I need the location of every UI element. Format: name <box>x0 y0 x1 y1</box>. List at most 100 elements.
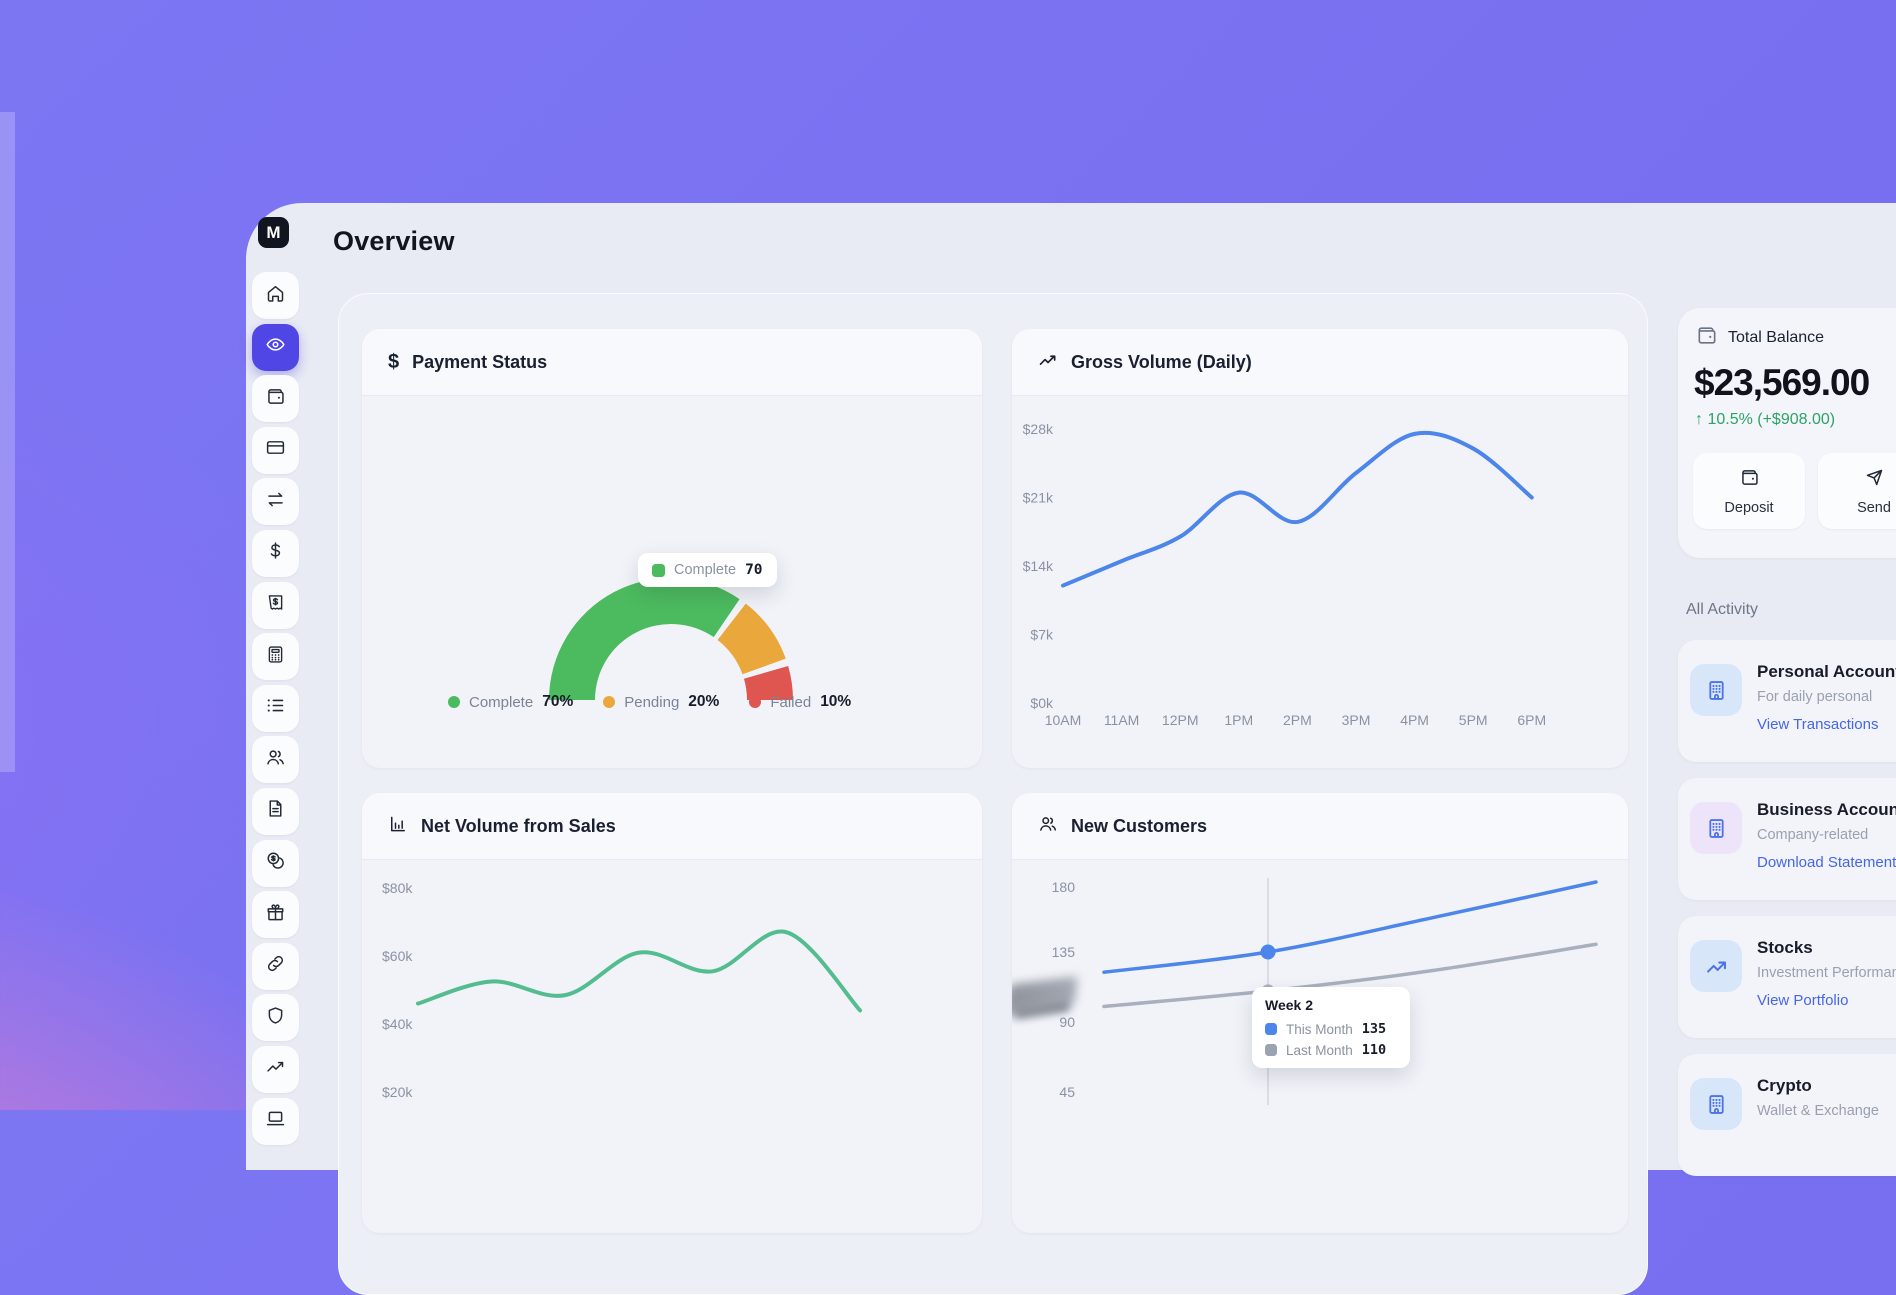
balance-label: Total Balance <box>1728 329 1824 347</box>
activity-title: Crypto <box>1757 1076 1812 1096</box>
all-activity-header: All Activity <box>1686 601 1758 619</box>
new-customers-card: New Customers 1801359045 Week 2 This Mon… <box>1012 793 1628 1233</box>
app-logo-letter: M <box>266 223 280 243</box>
send-button[interactable]: Send <box>1818 453 1896 529</box>
arrows-transfer-icon <box>265 489 286 515</box>
svg-text:$60k: $60k <box>382 948 413 964</box>
wallet-icon <box>1739 467 1760 493</box>
tooltip-color-swatch <box>652 564 665 577</box>
gross-volume-card: Gross Volume (Daily) $28k$21k$14k$7k$0k1… <box>1012 329 1628 768</box>
svg-text:$14k: $14k <box>1023 558 1054 574</box>
card-title: Payment Status <box>412 352 547 373</box>
tooltip-title: Week 2 <box>1265 997 1397 1013</box>
svg-text:2PM: 2PM <box>1283 712 1312 728</box>
sidebar-item-overview[interactable] <box>252 324 299 371</box>
send-icon <box>1864 467 1885 493</box>
gift-icon <box>265 902 286 928</box>
svg-text:180: 180 <box>1052 879 1076 895</box>
payment-status-legend: Complete70%Pending20%Failed10% <box>448 693 851 711</box>
svg-text:12PM: 12PM <box>1162 712 1199 728</box>
gross-volume-chart[interactable]: $28k$21k$14k$7k$0k10AM11AM12PM1PM2PM3PM4… <box>1012 395 1628 768</box>
sidebar-item-list[interactable] <box>252 685 299 732</box>
new-customers-header: New Customers <box>1012 793 1628 860</box>
link-icon <box>265 953 286 979</box>
building-icon <box>1690 802 1742 854</box>
balance-header: Total Balance <box>1695 324 1896 352</box>
app-logo[interactable]: M <box>258 217 289 248</box>
net-volume-chart[interactable]: $80k$60k$40k$20k <box>362 859 982 1233</box>
balance-actions: Deposit Send <box>1693 453 1896 529</box>
sidebar-item-devices[interactable] <box>252 1098 299 1145</box>
tooltip-value: 135 <box>1362 1021 1386 1037</box>
activity-title: Personal Account <box>1757 662 1896 682</box>
legend-value: 10% <box>820 693 851 711</box>
gross-volume-header: Gross Volume (Daily) <box>1012 329 1628 396</box>
activity-title: Business Account <box>1757 800 1896 820</box>
tooltip-value: 110 <box>1362 1042 1386 1058</box>
legend-dot <box>749 696 761 708</box>
sidebar-item-coins[interactable] <box>252 840 299 887</box>
sidebar-item-documents[interactable] <box>252 788 299 835</box>
sidebar-item-analytics[interactable] <box>252 1046 299 1093</box>
receipt-dollar-icon <box>265 592 286 618</box>
new-customers-tooltip: Week 2 This Month 135 Last Month 110 <box>1252 987 1410 1068</box>
tooltip-row: Last Month 110 <box>1265 1042 1397 1058</box>
trending-up-icon <box>265 1056 286 1082</box>
sidebar-item-calculator[interactable] <box>252 633 299 680</box>
sidebar-item-transfers[interactable] <box>252 478 299 525</box>
sidebar-item-payments[interactable] <box>252 530 299 577</box>
payment-status-header: $ Payment Status <box>362 329 982 396</box>
users-icon <box>1038 814 1058 839</box>
legend-dot <box>448 696 460 708</box>
dollar-icon <box>265 540 286 566</box>
svg-text:$7k: $7k <box>1030 627 1054 643</box>
svg-text:6PM: 6PM <box>1517 712 1546 728</box>
activity-subtitle: Wallet & Exchange <box>1757 1103 1879 1119</box>
building-icon <box>1690 664 1742 716</box>
sidebar-item-home[interactable] <box>252 272 299 319</box>
deposit-button[interactable]: Deposit <box>1693 453 1805 529</box>
sidebar-item-invoices[interactable] <box>252 582 299 629</box>
balance-amount: $23,569.00 <box>1694 362 1896 404</box>
tooltip-value: 70 <box>745 562 762 578</box>
activity-item-business-account[interactable]: Business Account Company-related Downloa… <box>1678 778 1896 900</box>
sidebar-item-integrations[interactable] <box>252 943 299 990</box>
net-volume-card: Net Volume from Sales $80k$60k$40k$20k <box>362 793 982 1233</box>
svg-text:11AM: 11AM <box>1104 712 1140 728</box>
activity-item-crypto[interactable]: Crypto Wallet & Exchange <box>1678 1054 1896 1176</box>
deposit-label: Deposit <box>1724 500 1773 516</box>
sidebar-item-cards[interactable] <box>252 427 299 474</box>
sidebar-item-customers[interactable] <box>252 736 299 783</box>
activity-item-stocks[interactable]: Stocks Investment Performance View Portf… <box>1678 916 1896 1038</box>
sidebar-item-rewards[interactable] <box>252 891 299 938</box>
activity-link[interactable]: View Transactions <box>1757 716 1878 733</box>
activity-link[interactable]: View Portfolio <box>1757 992 1848 1009</box>
card-title: New Customers <box>1071 816 1207 837</box>
activity-item-personal-account[interactable]: Personal Account For daily personal View… <box>1678 640 1896 762</box>
legend-value: 70% <box>542 693 573 711</box>
legend-item: Complete70% <box>448 693 573 711</box>
trending-up-icon <box>1690 940 1742 992</box>
svg-text:$20k: $20k <box>382 1084 413 1100</box>
svg-text:$80k: $80k <box>382 880 413 896</box>
eye-icon <box>265 334 286 360</box>
svg-text:1PM: 1PM <box>1224 712 1253 728</box>
building-icon <box>1690 1078 1742 1130</box>
wallet-icon <box>1695 324 1718 352</box>
tooltip-label: This Month <box>1286 1022 1353 1037</box>
sidebar-item-wallet[interactable] <box>252 375 299 422</box>
card-title: Net Volume from Sales <box>421 816 616 837</box>
svg-text:$21k: $21k <box>1023 490 1054 506</box>
dollar-icon: $ <box>388 351 399 374</box>
legend-item: Pending20% <box>603 693 719 711</box>
laptop-icon <box>265 1108 286 1134</box>
total-balance-card: Total Balance $23,569.00 ↑ 10.5% (+$908.… <box>1678 308 1896 558</box>
shield-icon <box>265 1005 286 1031</box>
legend-dot <box>603 696 615 708</box>
sidebar-item-security[interactable] <box>252 994 299 1041</box>
balance-change: ↑ 10.5% (+$908.00) <box>1695 411 1896 429</box>
tooltip-label: Complete <box>674 562 736 578</box>
legend-value: 20% <box>688 693 719 711</box>
activity-link[interactable]: Download Statement <box>1757 854 1896 871</box>
list-icon <box>265 695 286 721</box>
